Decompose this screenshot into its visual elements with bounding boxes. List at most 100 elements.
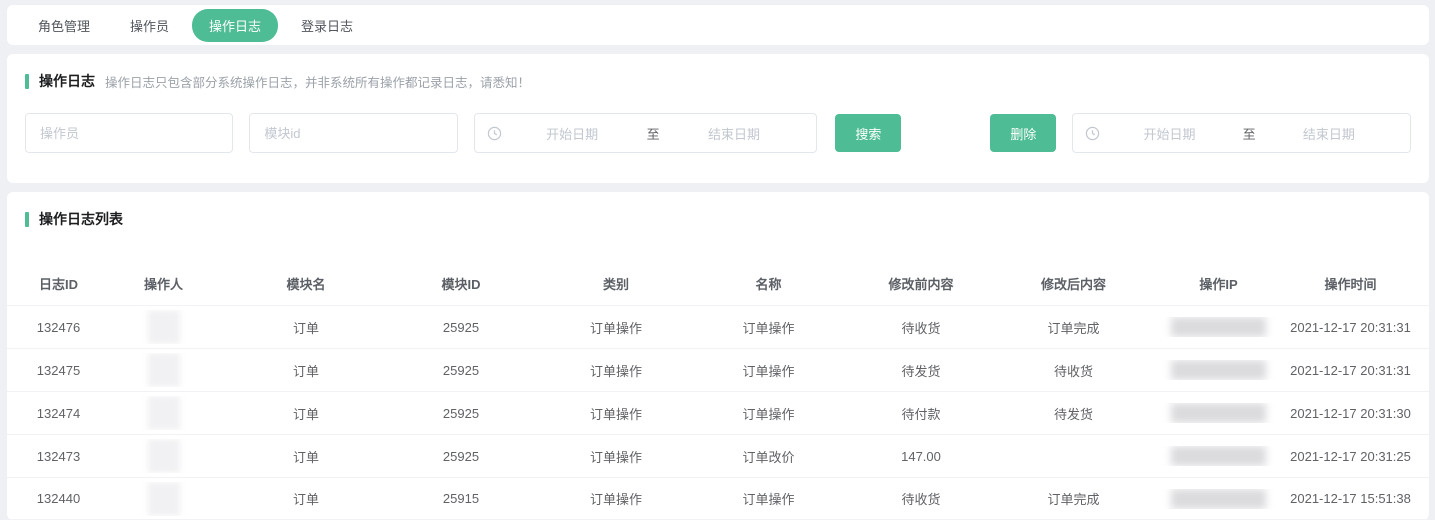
- cell-after: 待发货: [996, 404, 1151, 423]
- list-section-head: 操作日志列表: [7, 192, 1429, 229]
- cell-ip: [1151, 489, 1286, 509]
- cell-name: 订单操作: [691, 361, 846, 380]
- search-form: 开始日期 至 结束日期 搜索 删除 开始日期 至 结束日期: [7, 91, 1429, 183]
- cell-module_id: 25915: [381, 491, 541, 506]
- table-row: 132474订单25925订单操作订单操作待付款待发货2021-12-17 20…: [7, 391, 1429, 434]
- cell-category: 订单操作: [541, 361, 691, 380]
- cell-module_id: 25925: [381, 320, 541, 335]
- cell-module_id: 25925: [381, 363, 541, 378]
- cell-before: 待付款: [846, 404, 996, 423]
- redacted-ip: [1171, 489, 1266, 509]
- table-row: 132475订单25925订单操作订单操作待发货待收货2021-12-17 20…: [7, 348, 1429, 391]
- column-header-name: 名称: [691, 274, 846, 293]
- end-date-placeholder[interactable]: 结束日期: [664, 124, 805, 143]
- section-accent-bar: [25, 212, 29, 227]
- range-separator: 至: [643, 124, 664, 143]
- redacted-operator: [148, 482, 180, 516]
- cell-name: 订单改价: [691, 447, 846, 466]
- cell-module_name: 订单: [231, 447, 381, 466]
- table-row: 132473 订单25925订单操作订单改价147.00 2021-12-17 20…: [7, 434, 1429, 477]
- section-description: 操作日志只包含部分系统操作日志，并非系统所有操作都记录日志，请悉知！: [105, 72, 530, 91]
- cell-time: 2021-12-17 20:31:31: [1286, 320, 1415, 335]
- cell-time: 2021-12-17 15:51:38: [1286, 491, 1415, 506]
- tab-role-management[interactable]: 角色管理: [21, 9, 107, 42]
- redacted-ip: [1171, 317, 1266, 337]
- search-panel: 操作日志 操作日志只包含部分系统操作日志，并非系统所有操作都记录日志，请悉知！ …: [7, 54, 1429, 183]
- column-header-time: 操作时间: [1286, 274, 1415, 293]
- cell-log_id: 132476: [21, 320, 96, 335]
- column-header-log_id: 日志ID: [21, 274, 96, 293]
- start-date-placeholder[interactable]: 开始日期: [1100, 124, 1238, 143]
- redacted-ip: [1171, 403, 1266, 423]
- clock-icon: [1085, 126, 1100, 141]
- redacted-operator: [148, 439, 180, 473]
- cell-log_id: 132474: [21, 406, 96, 421]
- log-table-body: 132476订单25925订单操作订单操作待收货订单完成2021-12-17 2…: [7, 305, 1429, 520]
- tab-operator[interactable]: 操作员: [113, 9, 186, 42]
- column-header-module_id: 模块ID: [381, 274, 541, 293]
- redacted-ip: [1171, 446, 1266, 466]
- cell-module_name: 订单: [231, 489, 381, 508]
- operator-input[interactable]: [25, 113, 233, 153]
- cell-ip: [1151, 360, 1286, 380]
- cell-before: 待发货: [846, 361, 996, 380]
- cell-ip: [1151, 317, 1286, 337]
- delete-button[interactable]: 删除: [990, 114, 1056, 152]
- cell-module_name: 订单: [231, 361, 381, 380]
- clock-icon: [487, 126, 502, 141]
- tab-operation-log[interactable]: 操作日志: [192, 9, 278, 42]
- cell-after: 订单完成: [996, 489, 1151, 508]
- range-separator: 至: [1239, 124, 1260, 143]
- column-header-before: 修改前内容: [846, 274, 996, 293]
- log-table: 日志ID操作人模块名模块ID类别名称修改前内容修改后内容操作IP操作时间 132…: [7, 229, 1429, 520]
- cell-log_id: 132475: [21, 363, 96, 378]
- log-table-header: 日志ID操作人模块名模块ID类别名称修改前内容修改后内容操作IP操作时间: [7, 243, 1429, 305]
- start-date-placeholder[interactable]: 开始日期: [502, 124, 643, 143]
- section-title: 操作日志: [39, 71, 95, 91]
- cell-operator: [96, 439, 231, 473]
- cell-after: 待收货: [996, 361, 1151, 380]
- redacted-ip: [1171, 360, 1266, 380]
- cell-category: 订单操作: [541, 447, 691, 466]
- page: 角色管理操作员操作日志登录日志 操作日志 操作日志只包含部分系统操作日志，并非系…: [0, 0, 1435, 520]
- search-date-range-picker[interactable]: 开始日期 至 结束日期: [474, 113, 818, 153]
- column-header-ip: 操作IP: [1151, 274, 1286, 293]
- tab-login-log[interactable]: 登录日志: [284, 9, 370, 42]
- module-id-input[interactable]: [249, 113, 457, 153]
- cell-module_name: 订单: [231, 318, 381, 337]
- end-date-placeholder[interactable]: 结束日期: [1260, 124, 1398, 143]
- cell-time: 2021-12-17 20:31:25: [1286, 449, 1415, 464]
- cell-operator: [96, 396, 231, 430]
- cell-category: 订单操作: [541, 404, 691, 423]
- redacted-operator: [148, 310, 180, 344]
- table-row: 132440订单25915订单操作订单操作待收货订单完成2021-12-17 1…: [7, 477, 1429, 520]
- section-accent-bar: [25, 74, 29, 89]
- tab-bar: 角色管理操作员操作日志登录日志: [7, 5, 1429, 45]
- redacted-operator: [148, 353, 180, 387]
- cell-log_id: 132473: [21, 449, 96, 464]
- cell-category: 订单操作: [541, 489, 691, 508]
- cell-before: 待收货: [846, 318, 996, 337]
- cell-category: 订单操作: [541, 318, 691, 337]
- cell-time: 2021-12-17 20:31:30: [1286, 406, 1415, 421]
- cell-before: 147.00: [846, 449, 996, 464]
- cell-operator: [96, 482, 231, 516]
- redacted-operator: [148, 396, 180, 430]
- column-header-category: 类别: [541, 274, 691, 293]
- cell-log_id: 132440: [21, 491, 96, 506]
- cell-module_id: 25925: [381, 406, 541, 421]
- column-header-module_name: 模块名: [231, 274, 381, 293]
- cell-module_id: 25925: [381, 449, 541, 464]
- search-button[interactable]: 搜索: [835, 114, 901, 152]
- cell-ip: [1151, 446, 1286, 466]
- cell-after: 订单完成: [996, 318, 1151, 337]
- cell-name: 订单操作: [691, 318, 846, 337]
- column-header-operator: 操作人: [96, 274, 231, 293]
- log-section-head: 操作日志 操作日志只包含部分系统操作日志，并非系统所有操作都记录日志，请悉知！: [7, 54, 1429, 91]
- cell-module_name: 订单: [231, 404, 381, 423]
- delete-date-range-picker[interactable]: 开始日期 至 结束日期: [1072, 113, 1411, 153]
- cell-operator: [96, 310, 231, 344]
- column-header-after: 修改后内容: [996, 274, 1151, 293]
- cell-before: 待收货: [846, 489, 996, 508]
- cell-time: 2021-12-17 20:31:31: [1286, 363, 1415, 378]
